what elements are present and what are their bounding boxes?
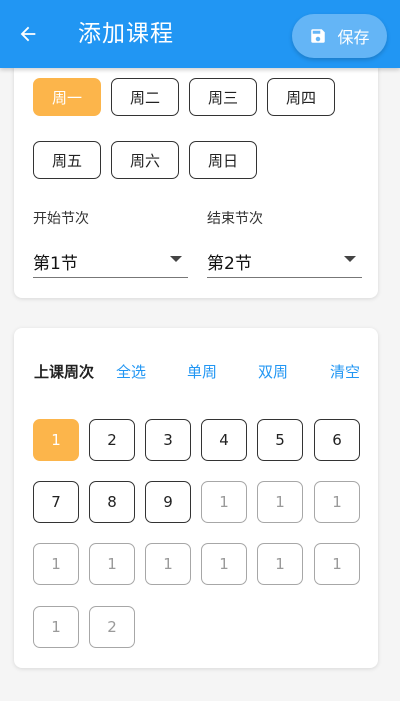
week-box[interactable]: 8	[89, 481, 135, 523]
end-period-select[interactable]: 第2节	[207, 242, 362, 278]
day-chip-label: 周四	[285, 88, 316, 107]
week-box[interactable]: 1	[314, 481, 360, 523]
week-box-label: 1	[51, 431, 61, 449]
week-box-label: 6	[332, 431, 342, 449]
day-chip-sat[interactable]: 周六	[111, 141, 179, 179]
save-button[interactable]: 保存	[292, 14, 387, 58]
week-box[interactable]: 6	[314, 419, 360, 461]
caret-down-icon	[170, 256, 182, 262]
week-box-label: 1	[107, 555, 117, 573]
week-box[interactable]: 1	[257, 543, 303, 585]
day-chip-fri[interactable]: 周五	[33, 141, 101, 179]
odd-weeks-button[interactable]: 单周	[187, 361, 217, 382]
week-box-label: 1	[219, 555, 229, 573]
week-box[interactable]: 1	[201, 481, 247, 523]
week-box[interactable]: 1	[33, 606, 79, 648]
save-label: 保存	[337, 28, 370, 47]
week-box[interactable]: 1	[33, 419, 79, 461]
week-box-label: 1	[51, 555, 61, 573]
week-box[interactable]: 1	[145, 543, 191, 585]
start-period-label: 开始节次	[33, 211, 89, 227]
weeks-title: 上课周次	[34, 363, 95, 381]
day-chip-sun[interactable]: 周日	[189, 141, 257, 179]
day-chip-mon[interactable]: 周一	[33, 78, 101, 116]
week-box-label: 2	[107, 618, 117, 636]
week-box-label: 1	[163, 555, 173, 573]
day-chip-thu[interactable]: 周四	[267, 78, 335, 116]
caret-down-icon	[344, 256, 356, 262]
select-all-button[interactable]: 全选	[116, 361, 146, 382]
week-box-label: 9	[163, 493, 173, 511]
week-box[interactable]: 1	[33, 543, 79, 585]
week-box-label: 5	[275, 431, 285, 449]
day-chip-label: 周一	[51, 88, 82, 107]
day-chip-tue[interactable]: 周二	[111, 78, 179, 116]
week-box-label: 1	[275, 555, 285, 573]
app-bar: 添加课程 保存	[0, 0, 400, 68]
start-period-select[interactable]: 第1节	[33, 242, 188, 278]
day-chip-label: 周二	[129, 88, 160, 107]
day-chip-label: 周三	[207, 88, 238, 107]
week-box-label: 3	[163, 431, 173, 449]
week-box-label: 1	[51, 618, 61, 636]
week-box-label: 7	[51, 493, 61, 511]
week-box[interactable]: 3	[145, 419, 191, 461]
week-box[interactable]: 2	[89, 419, 135, 461]
end-period-label: 结束节次	[207, 211, 263, 227]
week-box[interactable]: 1	[201, 543, 247, 585]
week-box-label: 2	[107, 431, 117, 449]
week-box-label: 8	[107, 493, 117, 511]
week-box-label: 1	[332, 555, 342, 573]
week-box-label: 1	[219, 493, 229, 511]
week-box-label: 4	[219, 431, 229, 449]
day-chip-wed[interactable]: 周三	[189, 78, 257, 116]
week-box[interactable]: 4	[201, 419, 247, 461]
week-box[interactable]: 5	[257, 419, 303, 461]
week-box-label: 1	[332, 493, 342, 511]
day-chip-label: 周六	[129, 151, 160, 170]
page-title: 添加课程	[78, 21, 174, 47]
start-period-value: 第1节	[33, 254, 78, 274]
end-period-value: 第2节	[207, 254, 252, 274]
clear-button[interactable]: 清空	[330, 361, 360, 382]
week-box[interactable]: 7	[33, 481, 79, 523]
week-box-label: 1	[275, 493, 285, 511]
week-box[interactable]: 1	[89, 543, 135, 585]
day-chip-label: 周日	[207, 151, 238, 170]
even-weeks-button[interactable]: 双周	[258, 361, 288, 382]
back-button[interactable]	[14, 20, 42, 48]
week-box[interactable]: 1	[257, 481, 303, 523]
save-icon	[311, 29, 326, 43]
week-box[interactable]: 9	[145, 481, 191, 523]
arrow-left-icon	[20, 26, 36, 42]
day-chip-label: 周五	[51, 151, 82, 170]
week-box[interactable]: 1	[314, 543, 360, 585]
week-box[interactable]: 2	[89, 606, 135, 648]
